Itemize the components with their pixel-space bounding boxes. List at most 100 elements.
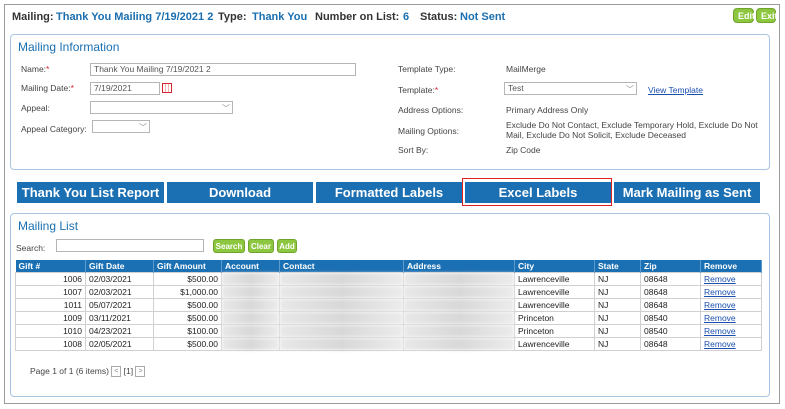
address-redacted [403,298,515,312]
city: Lawrenceville [514,337,595,351]
clear-button[interactable]: Clear [248,239,274,253]
appeal-category-select[interactable]: ﹀ [92,120,150,133]
zip: 08648 [640,285,701,299]
account-redacted [221,298,280,312]
view-template-link[interactable]: View Template [648,85,703,95]
table-row: 1010 04/23/2021 $100.00 Princeton NJ 085… [15,324,762,338]
template-select[interactable]: Test ﹀ [504,82,637,95]
template-type-value: MailMerge [506,64,546,74]
pager: Page 1 of 1 (6 items) < [1] > [30,366,146,378]
gift-number: 1010 [15,324,86,338]
zip: 08648 [640,298,701,312]
state: NJ [594,311,641,325]
gift-number: 1007 [15,285,86,299]
address-redacted [403,324,515,338]
account-redacted [221,272,280,286]
column-header-zip[interactable]: Zip [640,260,701,273]
mailing-date-label: Mailing Date:* [21,83,74,93]
gift-number: 1009 [15,311,86,325]
calendar-icon[interactable] [162,83,172,93]
column-header-contact[interactable]: Contact [279,260,404,273]
mailing-options-value: Exclude Do Not Contact, Exclude Temporar… [506,120,758,140]
pager-prev-button[interactable]: < [111,366,122,378]
table-row: 1008 02/05/2021 $500.00 Lawrenceville NJ… [15,337,762,351]
panel-title: Mailing Information [18,40,120,54]
gift-number: 1006 [15,272,86,286]
search-button[interactable]: Search [213,239,245,253]
gift-amount: $500.00 [153,272,222,286]
pager-current-page[interactable]: [1] [124,366,133,376]
exit-button[interactable]: Exit [756,8,778,23]
remove-link[interactable]: Remove [704,300,736,310]
city: Princeton [514,324,595,338]
chevron-down-icon: ﹀ [222,104,230,113]
search-input[interactable] [56,239,204,252]
type-value: Thank You [252,11,308,23]
remove-link[interactable]: Remove [704,326,736,336]
gift-number: 1008 [15,337,86,351]
mark-mailing-as-sent-button[interactable]: Mark Mailing as Sent [614,182,760,203]
gift-amount: $500.00 [153,298,222,312]
address-redacted [403,337,515,351]
search-label: Search: [16,243,46,253]
mailing-options-label: Mailing Options: [398,126,459,136]
gift-date: 02/03/2021 [85,285,154,299]
appeal-select[interactable]: ﹀ [90,101,233,114]
column-header-gift[interactable]: Gift # [15,260,86,273]
chevron-down-icon: ﹀ [139,123,147,132]
appeal-category-label: Appeal Category: [21,124,87,134]
status-label: Status: [420,11,458,23]
city: Lawrenceville [514,272,595,286]
column-header-gift-date[interactable]: Gift Date [85,260,154,273]
appeal-label: Appeal: [21,103,50,113]
mailing-label: Mailing: [12,11,54,23]
pager-next-button[interactable]: > [135,366,146,378]
download-button[interactable]: Download [167,182,313,203]
zip: 08540 [640,324,701,338]
column-header-state[interactable]: State [594,260,641,273]
mailing-information-panel: Mailing Information Name:* Thank You Mai… [10,34,770,170]
remove-link[interactable]: Remove [704,313,736,323]
gift-date: 02/05/2021 [85,337,154,351]
contact-redacted [279,298,404,312]
status-value: Not Sent [460,11,506,23]
column-header-remove: Remove [700,260,762,273]
add-button[interactable]: Add [277,239,297,253]
number-label: Number on List: [315,11,400,23]
sort-by-label: Sort By: [398,145,429,155]
table-header-row: Gift # Gift Date Gift Amount Account Con… [15,260,762,273]
address-redacted [403,311,515,325]
account-redacted [221,311,280,325]
contact-redacted [279,337,404,351]
gift-date: 04/23/2021 [85,324,154,338]
table-row: 1007 02/03/2021 $1,000.00 Lawrenceville … [15,285,762,299]
state: NJ [594,272,641,286]
pager-text: Page 1 of 1 (6 items) [30,366,109,376]
contact-redacted [279,311,404,325]
gift-date: 03/11/2021 [85,311,154,325]
edit-button[interactable]: Edit [733,8,755,23]
address-options-label: Address Options: [398,105,464,115]
remove-link[interactable]: Remove [704,339,736,349]
gift-amount: $500.00 [153,311,222,325]
thank-you-list-report-button[interactable]: Thank You List Report [17,182,164,203]
zip: 08648 [640,272,701,286]
address-redacted [403,272,515,286]
gift-number: 1011 [15,298,86,312]
gift-amount: $1,000.00 [153,285,222,299]
column-header-account[interactable]: Account [221,260,280,273]
mailing-date-input[interactable]: 7/19/2021 [90,82,160,95]
state: NJ [594,324,641,338]
gift-amount: $100.00 [153,324,222,338]
remove-link[interactable]: Remove [704,287,736,297]
column-header-address[interactable]: Address [403,260,515,273]
zip: 08648 [640,337,701,351]
name-input[interactable]: Thank You Mailing 7/19/2021 2 [90,63,356,76]
template-label: Template:* [398,85,439,95]
formatted-labels-button[interactable]: Formatted Labels [316,182,462,203]
column-header-city[interactable]: City [514,260,595,273]
chevron-down-icon: ﹀ [626,85,634,94]
remove-link[interactable]: Remove [704,274,736,284]
column-header-gift-amount[interactable]: Gift Amount [153,260,222,273]
contact-redacted [279,272,404,286]
